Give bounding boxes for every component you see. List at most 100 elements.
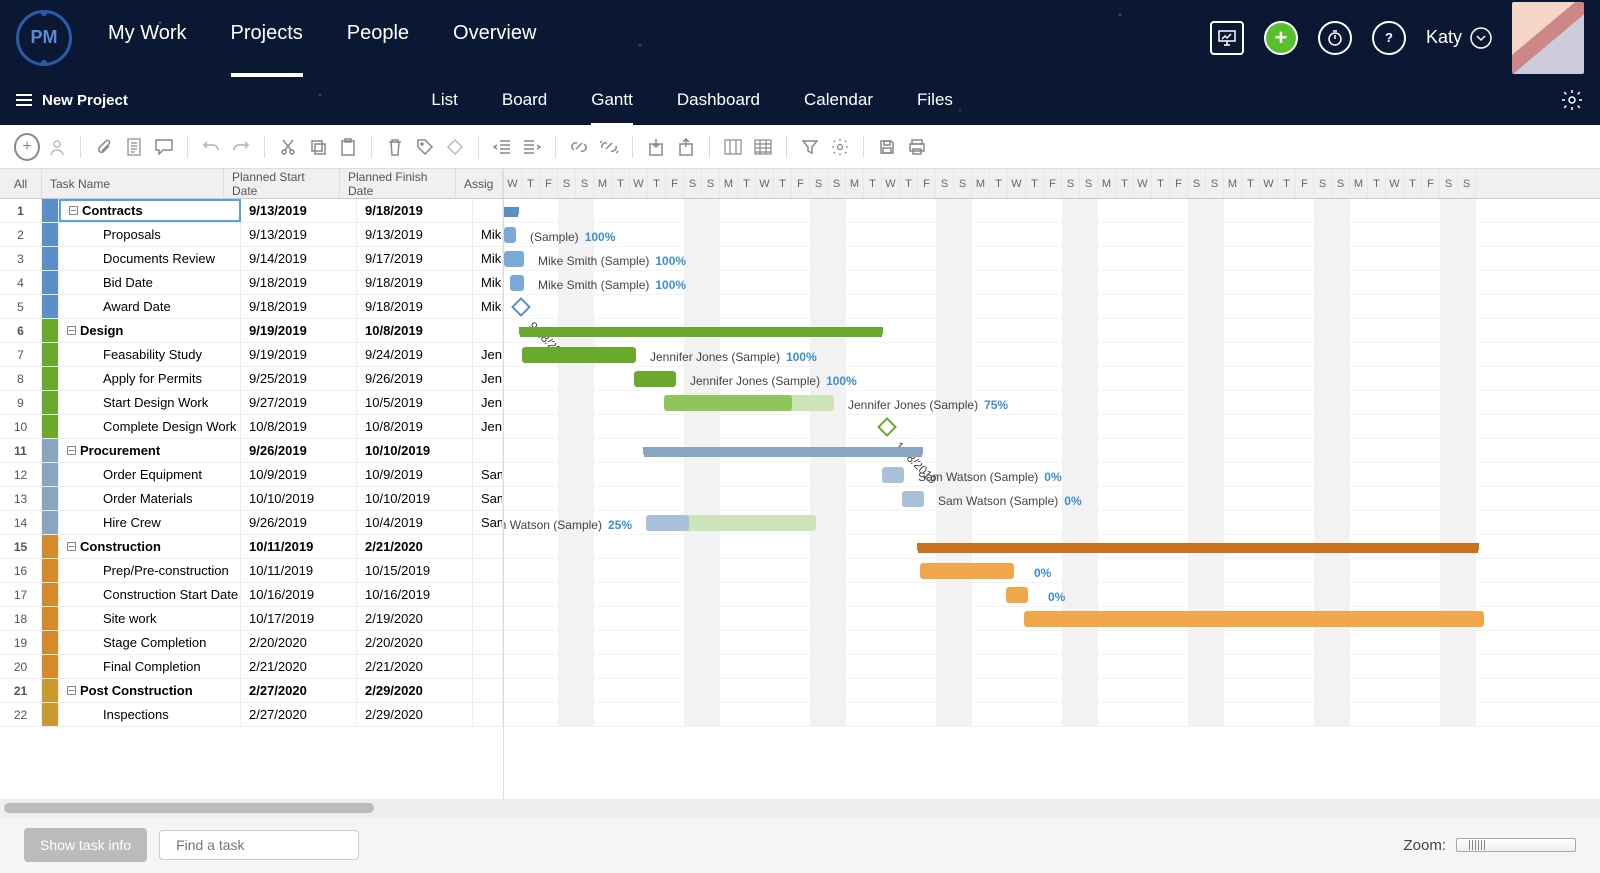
table-row[interactable]: 5Award Date9/18/20199/18/2019Mike S <box>0 295 503 319</box>
start-date-cell[interactable]: 9/18/2019 <box>241 271 357 294</box>
finish-date-cell[interactable]: 2/29/2020 <box>357 703 473 726</box>
gantt-row[interactable] <box>504 535 1600 559</box>
delete-icon[interactable] <box>382 134 408 160</box>
task-name-cell[interactable]: Site work <box>59 607 241 630</box>
finish-date-cell[interactable]: 10/4/2019 <box>357 511 473 534</box>
assignee-cell[interactable]: Jennif <box>473 367 503 390</box>
view-tab-files[interactable]: Files <box>917 84 953 116</box>
find-task-input[interactable] <box>176 837 357 853</box>
table-row[interactable]: 10Complete Design Work10/8/201910/8/2019… <box>0 415 503 439</box>
table-row[interactable]: 11Procurement9/26/201910/10/2019 <box>0 439 503 463</box>
assignee-cell[interactable]: Mike S <box>473 271 503 294</box>
task-name-cell[interactable]: Contracts <box>59 199 241 222</box>
collapse-icon[interactable] <box>67 686 76 695</box>
table-row[interactable]: 14Hire Crew9/26/201910/4/2019Sam W <box>0 511 503 535</box>
gantt-row[interactable] <box>504 703 1600 727</box>
assignee-cell[interactable]: Mike S <box>473 247 503 270</box>
task-name-cell[interactable]: Documents Review <box>59 247 241 270</box>
col-header-task[interactable]: Task Name <box>42 169 224 198</box>
finish-date-cell[interactable]: 10/8/2019 <box>357 319 473 342</box>
gantt-row[interactable]: 10/8/2019 <box>504 415 1600 439</box>
table-row[interactable]: 3Documents Review9/14/20199/17/2019Mike … <box>0 247 503 271</box>
assignee-cell[interactable] <box>473 439 503 462</box>
hscroll-thumb-left[interactable] <box>4 803 374 813</box>
task-name-cell[interactable]: Inspections <box>59 703 241 726</box>
finish-date-cell[interactable]: 10/5/2019 <box>357 391 473 414</box>
zoom-slider[interactable] <box>1456 838 1576 852</box>
gantt-row[interactable]: Sam Watson (Sample)0% <box>504 487 1600 511</box>
view-tab-board[interactable]: Board <box>502 84 547 116</box>
gantt-row[interactable]: Jennifer Jones (Sample)75% <box>504 391 1600 415</box>
logo[interactable]: PM <box>16 10 72 66</box>
start-date-cell[interactable]: 9/18/2019 <box>241 295 357 318</box>
assignee-cell[interactable] <box>473 631 503 654</box>
gantt-task-bar[interactable]: Mike Smith (Sample)100% <box>510 275 524 291</box>
finish-date-cell[interactable]: 10/15/2019 <box>357 559 473 582</box>
assignee-cell[interactable]: Mike S <box>473 223 503 246</box>
gantt-row[interactable]: Sam Watson (Sample)0% <box>504 463 1600 487</box>
table-row[interactable]: 9Start Design Work9/27/201910/5/2019Jenn… <box>0 391 503 415</box>
task-name-cell[interactable]: Proposals <box>59 223 241 246</box>
assignee-cell[interactable]: Jennif <box>473 391 503 414</box>
view-tab-gantt[interactable]: Gantt <box>591 84 633 116</box>
start-date-cell[interactable]: 10/11/2019 <box>241 559 357 582</box>
task-name-cell[interactable]: Stage Completion <box>59 631 241 654</box>
cut-icon[interactable] <box>275 134 301 160</box>
user-menu[interactable]: Katy <box>1426 27 1492 49</box>
undo-icon[interactable] <box>198 134 224 160</box>
assignee-cell[interactable]: Sam W <box>473 463 503 486</box>
table-row[interactable]: 7Feasability Study9/19/20199/24/2019Jenn… <box>0 343 503 367</box>
gantt-row[interactable] <box>504 631 1600 655</box>
finish-date-cell[interactable]: 2/20/2020 <box>357 631 473 654</box>
gantt-row[interactable] <box>504 607 1600 631</box>
finish-date-cell[interactable]: 10/9/2019 <box>357 463 473 486</box>
settings-gear-icon[interactable] <box>827 134 853 160</box>
gantt-task-bar[interactable]: Jennifer Jones (Sample)100% <box>634 371 676 387</box>
export-icon[interactable] <box>673 134 699 160</box>
finish-date-cell[interactable]: 9/13/2019 <box>357 223 473 246</box>
filter-icon[interactable] <box>797 134 823 160</box>
nav-tab-projects[interactable]: Projects <box>231 22 303 53</box>
diamond-icon[interactable] <box>442 134 468 160</box>
assign-icon[interactable] <box>44 134 70 160</box>
columns-icon[interactable] <box>720 134 746 160</box>
notes-icon[interactable] <box>121 134 147 160</box>
gantt-task-bar[interactable]: 0% <box>1006 587 1028 603</box>
comment-icon[interactable] <box>151 134 177 160</box>
gantt-milestone[interactable]: 10/8/2019 <box>877 417 897 437</box>
gantt-row[interactable]: 9/18/2019 <box>504 295 1600 319</box>
start-date-cell[interactable]: 2/27/2020 <box>241 679 357 702</box>
start-date-cell[interactable]: 10/17/2019 <box>241 607 357 630</box>
start-date-cell[interactable]: 10/8/2019 <box>241 415 357 438</box>
task-name-cell[interactable]: Procurement <box>59 439 241 462</box>
start-date-cell[interactable]: 9/13/2019 <box>241 223 357 246</box>
col-header-all[interactable]: All <box>0 169 42 198</box>
finish-date-cell[interactable]: 2/19/2020 <box>357 607 473 630</box>
copy-icon[interactable] <box>305 134 331 160</box>
assignee-cell[interactable]: Sam W <box>473 511 503 534</box>
gantt-row[interactable] <box>504 655 1600 679</box>
start-date-cell[interactable]: 10/11/2019 <box>241 535 357 558</box>
collapse-icon[interactable] <box>67 326 76 335</box>
collapse-icon[interactable] <box>67 446 76 455</box>
start-date-cell[interactable]: 2/27/2020 <box>241 703 357 726</box>
table-row[interactable]: 6Design9/19/201910/8/2019 <box>0 319 503 343</box>
attachment-icon[interactable] <box>91 134 117 160</box>
help-icon[interactable]: ? <box>1372 21 1406 55</box>
table-row[interactable]: 18Site work10/17/20192/19/2020 <box>0 607 503 631</box>
col-header-finish[interactable]: Planned Finish Date <box>340 169 456 198</box>
view-tab-calendar[interactable]: Calendar <box>804 84 873 116</box>
add-button[interactable]: + <box>1264 21 1298 55</box>
table-row[interactable]: 19Stage Completion2/20/20202/20/2020 <box>0 631 503 655</box>
gantt-task-bar[interactable]: 0% <box>920 563 1014 579</box>
nav-tab-mywork[interactable]: My Work <box>108 22 187 53</box>
task-name-cell[interactable]: Hire Crew <box>59 511 241 534</box>
assignee-cell[interactable] <box>473 535 503 558</box>
collapse-icon[interactable] <box>69 206 78 215</box>
assignee-cell[interactable] <box>473 655 503 678</box>
finish-date-cell[interactable]: 9/18/2019 <box>357 199 473 222</box>
gantt-task-bar[interactable]: Sam Watson (Sample)0% <box>902 491 924 507</box>
start-date-cell[interactable]: 10/9/2019 <box>241 463 357 486</box>
gantt-row[interactable]: Sam Watson (Sample)25% <box>504 511 1600 535</box>
table-row[interactable]: 21Post Construction2/27/20202/29/2020 <box>0 679 503 703</box>
